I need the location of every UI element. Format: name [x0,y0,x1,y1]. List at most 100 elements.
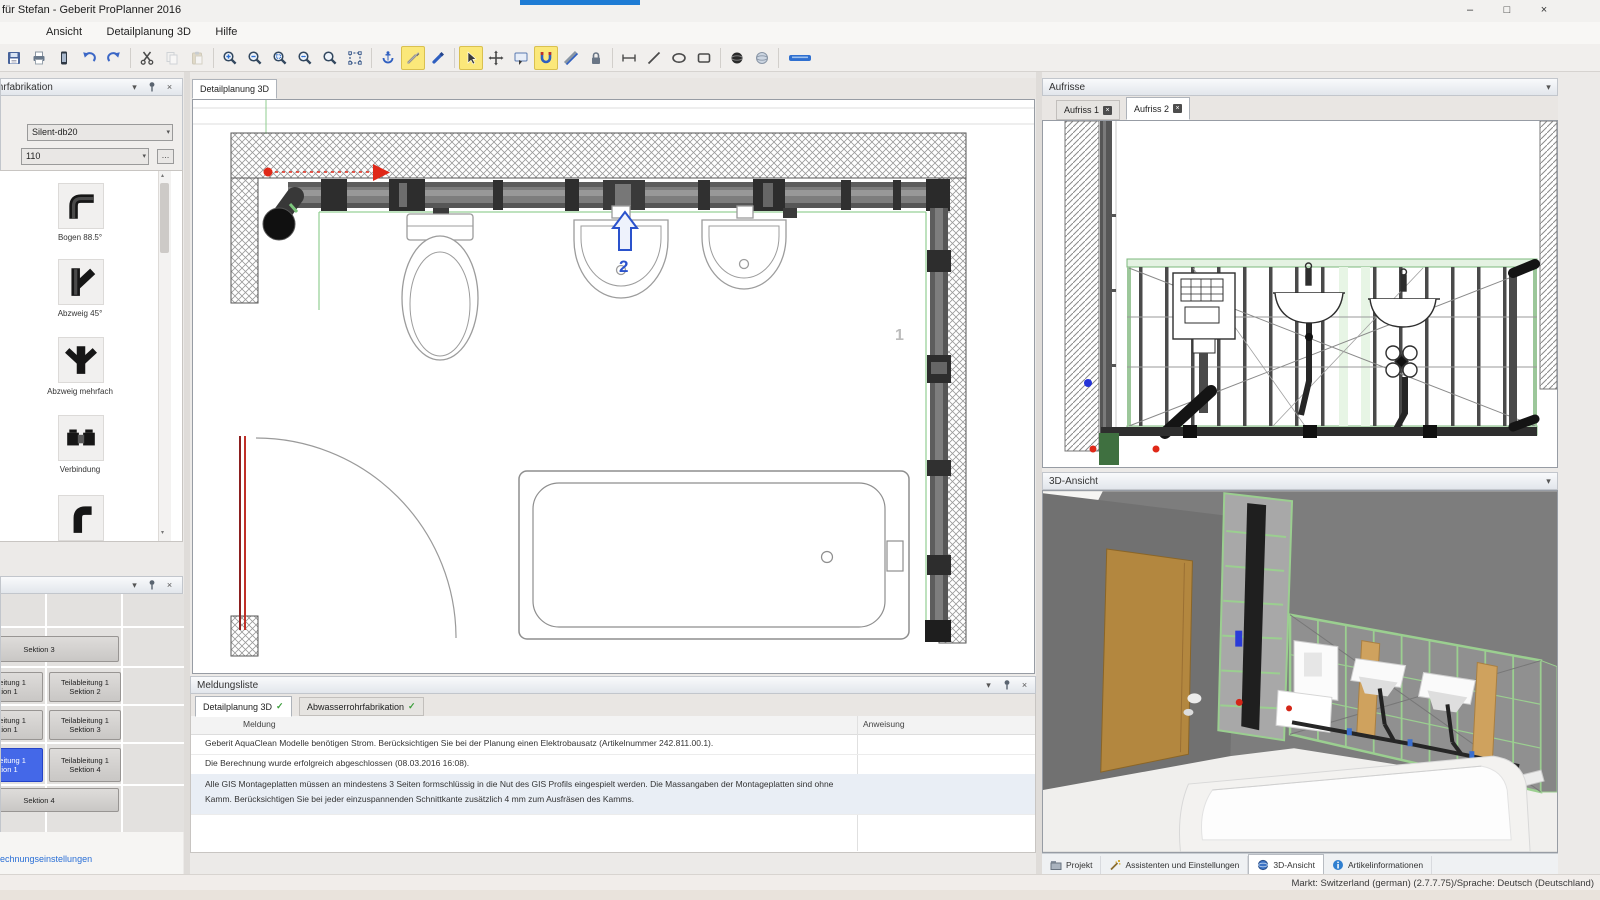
catalog-panel-title: Abwasserrohrfabrikation [0,82,53,93]
zoom-fit-button[interactable] [293,46,317,70]
catalog-item-verbindung[interactable] [58,415,104,461]
messages-tab-strip: Detailplanung 3D ✓ Abwasserrohrfabrikati… [190,694,1036,716]
check-icon: ✓ [408,701,416,712]
tab-projekt[interactable]: Projekt [1042,856,1101,874]
close-icon[interactable]: × [162,81,177,94]
tab-assistenten-und-einstellungen[interactable]: Assistenten und Einstellungen [1101,856,1248,874]
door-3d [1101,549,1202,772]
pin-icon[interactable] [999,679,1014,692]
maximize-button[interactable]: □ [1492,1,1522,19]
catalog-item-abzweig-45[interactable] [58,259,104,305]
section-button[interactable]: Teilableitung 1Sektion 3 [49,710,121,740]
paste-button[interactable] [185,46,209,70]
tab-detailplanung-3d[interactable]: Detailplanung 3D [192,79,277,99]
section-button-top[interactable]: Sektion 3 [0,636,119,662]
pin-icon[interactable] [144,579,159,592]
column-meldung[interactable]: Meldung [243,719,276,729]
measure-button[interactable] [559,46,583,70]
menu-detailplanung-3d[interactable]: Detailplanung 3D [97,23,201,45]
dimension-button[interactable] [617,46,641,70]
chevron-down-icon[interactable]: ▾ [981,679,996,692]
close-icon[interactable]: × [162,579,177,592]
draw-line-button[interactable] [642,46,666,70]
zoom-window-button[interactable] [268,46,292,70]
message-row[interactable]: Die Berechnung wurde erfolgreich abgesch… [191,754,1035,775]
more-options-button[interactable]: … [157,149,174,164]
catalog-item-bogen[interactable] [58,183,104,229]
scroll-down-icon[interactable]: ▾ [161,529,164,536]
tab-artikelinformationen[interactable]: Artikelinformationen [1324,856,1432,874]
column-anweisung[interactable]: Anweisung [863,719,905,729]
close-icon[interactable]: × [1017,679,1032,692]
tab-aufriss-1[interactable]: Aufriss 1 × [1056,100,1120,120]
chevron-down-icon[interactable]: ▾ [1541,81,1556,94]
draw-rectangle-button[interactable] [692,46,716,70]
close-icon[interactable]: × [1103,106,1112,115]
redo-button[interactable] [102,46,126,70]
section-button-selected[interactable]: Teilableitung 1Sektion 1 [0,748,43,782]
catalog-item-partial[interactable] [58,495,104,541]
draw-ellipse-button[interactable] [667,46,691,70]
calculation-settings-link[interactable]: Berechnungseinstellungen [0,854,92,864]
minimize-button[interactable]: – [1455,1,1485,19]
selection-frame-button[interactable] [343,46,367,70]
scroll-up-icon[interactable]: ▴ [161,172,164,179]
tab-aufriss-2[interactable]: Aufriss 2 × [1126,97,1190,120]
screen-annotation-button[interactable] [509,46,533,70]
view3d-canvas[interactable] [1042,490,1558,853]
diameter-select[interactable]: 110 ▾ [21,148,149,165]
sections-panel-header: ▾ × [0,576,183,594]
catalog-scrollbar[interactable]: ▴ ▾ [158,171,171,541]
toolbar-separator [213,48,214,68]
menu-ansicht[interactable]: Ansicht [36,23,92,45]
view3d-panel-title: 3D-Ansicht [1049,476,1098,487]
section-button[interactable]: Teilableitung 1Sektion 2 [49,672,121,702]
message-row-selected[interactable]: Alle GIS Montageplatten müssen an mindes… [191,774,1035,815]
chevron-down-icon[interactable]: ▾ [127,81,142,94]
insert-symbol-button[interactable] [376,46,400,70]
view-3d-dark-button[interactable] [725,46,749,70]
chevron-down-icon[interactable]: ▾ [127,579,142,592]
section-button-label: Sektion 4 [69,765,100,774]
chevron-down-icon[interactable]: ▾ [1541,475,1556,488]
edit-marker-button[interactable] [401,46,425,70]
section-button[interactable]: Teilableitung 1Sektion 1 [0,672,43,702]
pipe-system-select[interactable]: Silent-db20 ▾ [27,124,173,141]
elevation-canvas[interactable] [1042,120,1558,468]
close-icon[interactable]: × [1173,104,1182,113]
zoom-previous-button[interactable] [318,46,342,70]
scrollbar-thumb[interactable] [160,183,169,253]
pipe-segment-button[interactable] [783,46,817,70]
print-button[interactable] [27,46,51,70]
catalog-item-abzweig-mehrfach[interactable] [58,337,104,383]
view-3d-light-button[interactable] [750,46,774,70]
section-button-bottom[interactable]: Sektion 4 [0,788,119,812]
message-text: Die Berechnung wurde erfolgreich abgesch… [205,756,845,771]
section-button[interactable]: Teilableitung 1Sektion 1 [0,710,43,740]
tab-3d-ansicht[interactable]: 3D-Ansicht [1248,854,1324,874]
section-button[interactable]: Teilableitung 1Sektion 4 [49,748,121,782]
plan-canvas[interactable]: 2 1 [192,99,1035,674]
copy-button[interactable] [160,46,184,70]
snap-button[interactable] [534,46,558,70]
tab-label: Artikelinformationen [1348,860,1423,870]
lock-button[interactable] [584,46,608,70]
send-to-device-button[interactable] [52,46,76,70]
paint-pipe-button[interactable] [426,46,450,70]
messages-tab-detailplanung[interactable]: Detailplanung 3D ✓ [195,696,292,717]
pin-icon[interactable] [144,81,159,94]
cut-button[interactable] [135,46,159,70]
zoom-out-button[interactable] [243,46,267,70]
zoom-in-button[interactable] [218,46,242,70]
close-button[interactable]: × [1529,1,1559,19]
move-button[interactable] [484,46,508,70]
menu-hilfe[interactable]: Hilfe [205,23,247,45]
tab-label: Projekt [1066,860,1092,870]
messages-tab-abwasserrohrfabrikation[interactable]: Abwasserrohrfabrikation ✓ [299,697,424,716]
save-button[interactable] [2,46,26,70]
undo-button[interactable] [77,46,101,70]
message-row[interactable]: Geberit AquaClean Modelle benötigen Stro… [191,734,1035,755]
select-cursor-button[interactable] [459,46,483,70]
sections-grid: Sektion 3 Teilableitung 1Sektion 1 Teila… [0,594,184,832]
catalog-list: Bogen 88.5° Abzweig 45° Abzweig mehrfach… [0,170,183,542]
